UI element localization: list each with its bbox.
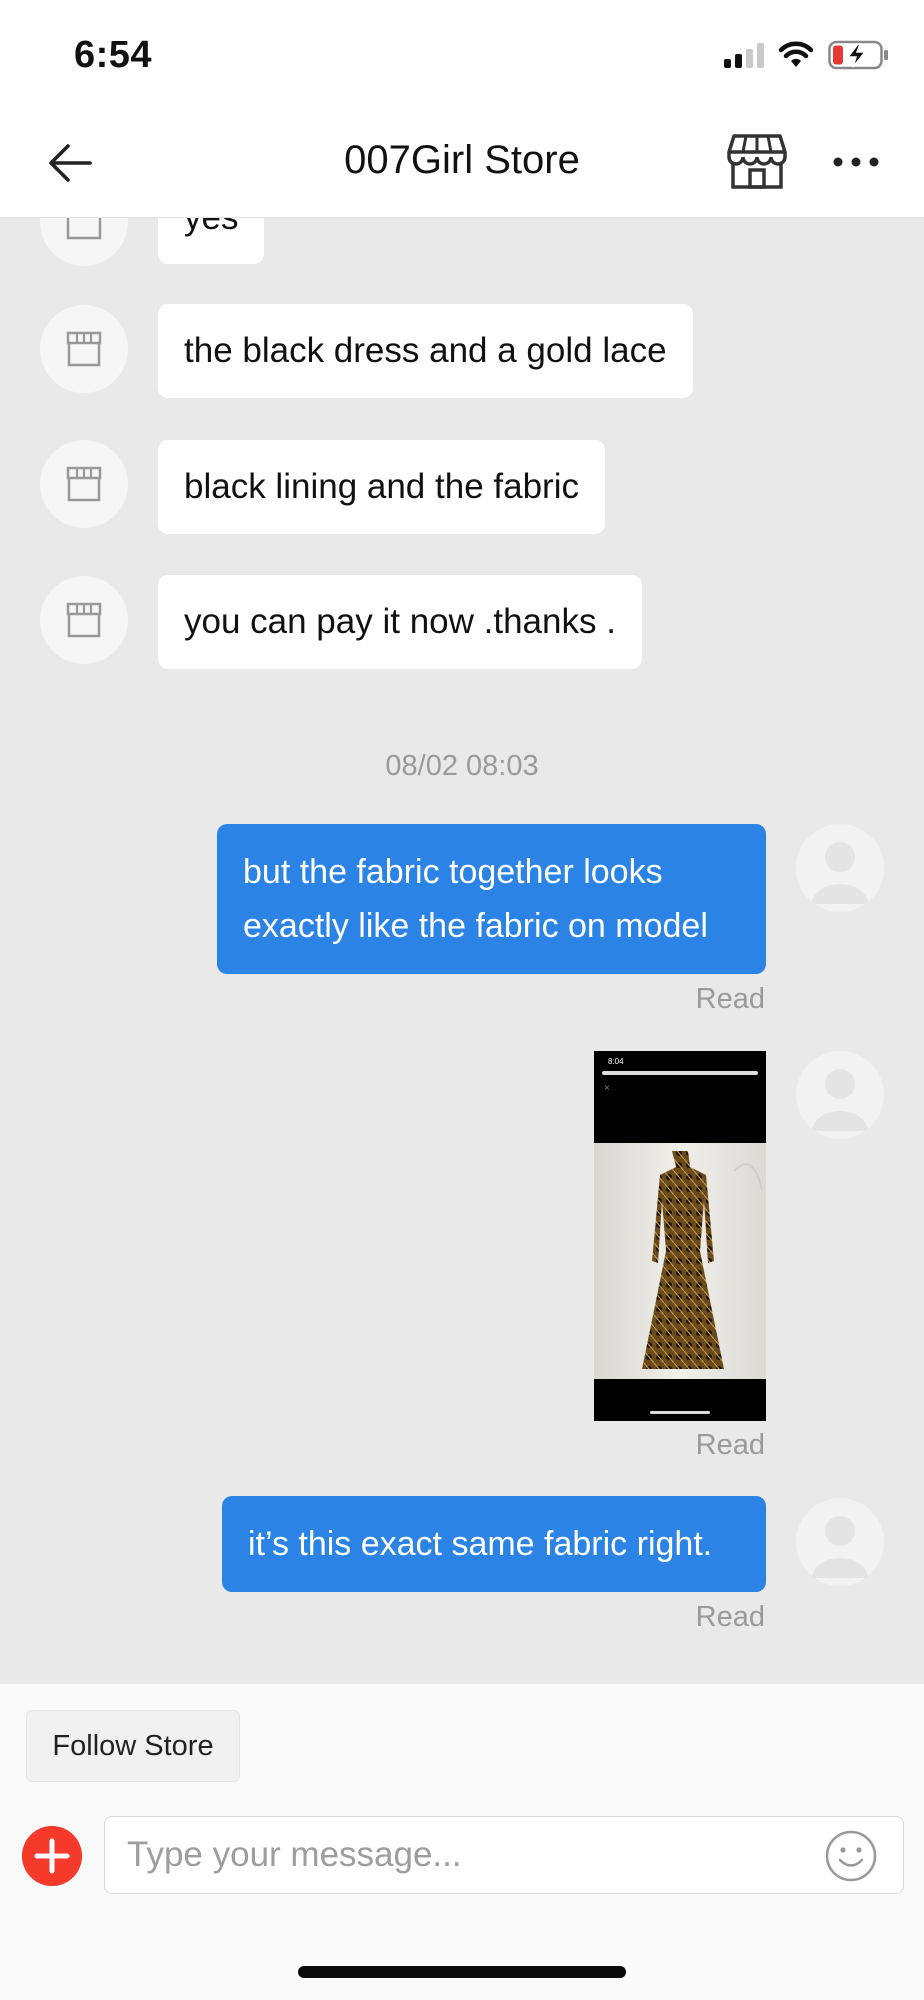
outgoing-message[interactable]: but the fabric together looks exactly li…	[217, 824, 766, 974]
cellular-signal-icon	[724, 42, 764, 68]
message-text: you can pay it now .thanks .	[184, 602, 616, 641]
message-input[interactable]	[104, 1816, 904, 1894]
store-icon	[66, 218, 102, 240]
message-text: yes	[184, 218, 238, 238]
status-bar: 6:54	[0, 0, 924, 112]
message-list[interactable]: yes the black dress and a gold lace blac…	[0, 218, 924, 1684]
store-avatar[interactable]	[40, 440, 128, 528]
incoming-message[interactable]: the black dress and a gold lace	[158, 304, 693, 398]
image-message[interactable]: 8:04 ×	[594, 1051, 766, 1421]
status-time: 6:54	[74, 34, 153, 76]
follow-store-button[interactable]: Follow Store	[26, 1710, 240, 1782]
composer-area: Follow Store	[0, 1684, 924, 2000]
status-icons	[724, 40, 890, 70]
message-text: the black dress and a gold lace	[184, 331, 667, 370]
message-timestamp: 08/02 08:03	[385, 750, 539, 782]
battery-charging-icon	[828, 40, 888, 70]
user-avatar-icon	[812, 1069, 868, 1131]
screenshot-time: 8:04	[608, 1057, 624, 1066]
user-avatar[interactable]	[796, 824, 884, 912]
message-text: it’s this exact same fabric right.	[248, 1525, 713, 1563]
read-receipt: Read	[695, 983, 765, 1015]
emoji-icon[interactable]	[824, 1829, 878, 1883]
message-text-line: but the fabric together looks	[243, 853, 663, 891]
incoming-message[interactable]: you can pay it now .thanks .	[158, 575, 642, 669]
wifi-icon	[778, 41, 814, 67]
store-avatar[interactable]	[40, 576, 128, 664]
chat-header: 007Girl Store	[0, 112, 924, 218]
incoming-message[interactable]: black lining and the fabric	[158, 440, 605, 534]
user-avatar-icon	[812, 1516, 868, 1578]
home-indicator[interactable]	[298, 1966, 626, 1978]
dress-photo: 8:04 ×	[594, 1051, 766, 1421]
incoming-message[interactable]: yes	[158, 218, 265, 264]
store-icon	[66, 466, 102, 502]
read-receipt: Read	[695, 1601, 765, 1633]
user-avatar[interactable]	[796, 1051, 884, 1139]
add-attachment-icon[interactable]	[22, 1826, 82, 1886]
store-avatar[interactable]	[40, 305, 128, 393]
store-avatar[interactable]	[40, 218, 128, 266]
user-avatar[interactable]	[796, 1498, 884, 1586]
store-icon[interactable]	[726, 130, 788, 192]
user-avatar-icon	[812, 842, 868, 904]
more-options-icon[interactable]	[832, 148, 880, 176]
message-text-line: exactly like the fabric on model	[243, 907, 708, 945]
store-icon	[66, 331, 102, 367]
store-icon	[66, 602, 102, 638]
outgoing-message[interactable]: it’s this exact same fabric right.	[222, 1496, 766, 1592]
message-text: black lining and the fabric	[184, 467, 579, 506]
read-receipt: Read	[695, 1429, 765, 1461]
svg-text:×: ×	[604, 1083, 610, 1094]
